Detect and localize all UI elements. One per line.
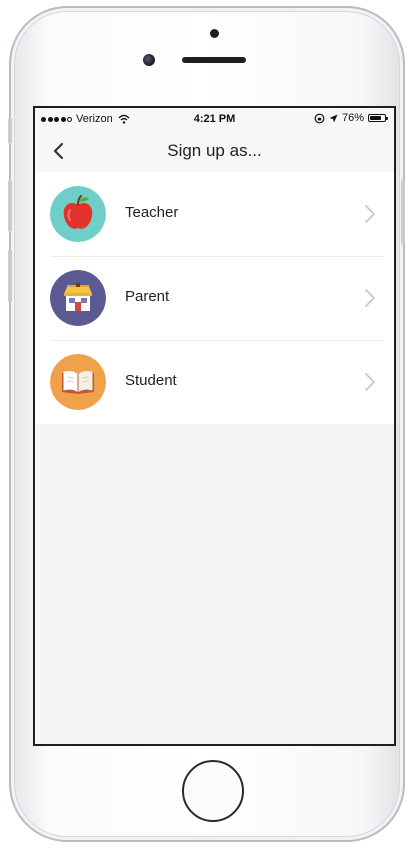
volume-up-button [8, 180, 12, 232]
screen: Verizon 4:21 PM 76% Sign up as... Teache… [33, 106, 396, 746]
rotation-lock-icon [314, 113, 325, 123]
status-right: 76% [314, 112, 388, 124]
battery-percent: 76% [341, 112, 364, 124]
navigation-bar: Sign up as... [35, 130, 394, 173]
role-label: Teacher [125, 204, 179, 221]
location-arrow-icon [329, 114, 338, 122]
chevron-right-icon [365, 373, 375, 391]
earpiece-speaker [182, 57, 246, 63]
home-button[interactable] [182, 760, 244, 822]
battery-icon [368, 114, 388, 122]
front-camera [143, 54, 155, 66]
role-option-student[interactable]: Student [35, 340, 394, 424]
role-option-parent[interactable]: Parent [35, 256, 394, 340]
role-list: Teacher Parent Student [35, 172, 394, 424]
silent-switch [8, 118, 12, 144]
chevron-right-icon [365, 205, 375, 223]
role-label: Student [125, 372, 177, 389]
power-button [401, 180, 405, 244]
house-icon [50, 270, 106, 326]
proximity-sensor [210, 29, 219, 38]
page-title: Sign up as... [167, 141, 262, 160]
role-label: Parent [125, 288, 170, 305]
apple-icon [50, 186, 106, 242]
role-option-teacher[interactable]: Teacher [35, 172, 394, 256]
volume-down-button [8, 250, 12, 302]
chevron-right-icon [365, 289, 375, 307]
book-icon [50, 354, 106, 410]
status-bar: Verizon 4:21 PM 76% [35, 108, 394, 130]
